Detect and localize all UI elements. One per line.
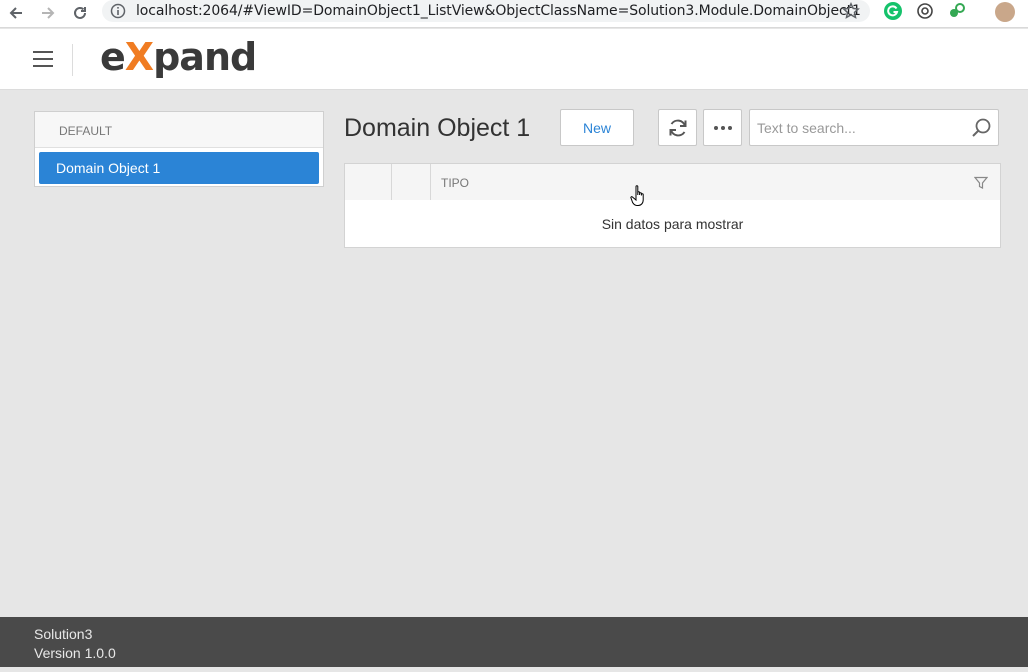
column-header-tipo[interactable]: TIPO: [441, 176, 469, 190]
address-bar[interactable]: localhost:2064/#ViewID=DomainObject1_Lis…: [102, 0, 870, 22]
reload-icon: [74, 6, 86, 19]
info-icon[interactable]: [110, 3, 126, 24]
forward-button[interactable]: [36, 2, 60, 24]
nav-group-header[interactable]: DEFAULT: [35, 112, 323, 148]
search-icon[interactable]: [970, 117, 992, 139]
filter-icon[interactable]: [973, 176, 989, 190]
expand-logo: eXpand: [100, 35, 257, 79]
refresh-icon: [669, 119, 686, 136]
menu-icon[interactable]: [33, 51, 53, 67]
arrow-left-icon: [9, 7, 22, 19]
select-column-header[interactable]: [345, 164, 392, 200]
ellipsis-icon: [713, 125, 732, 130]
grammarly-extension-icon[interactable]: [884, 2, 902, 20]
page-title: Domain Object 1: [344, 114, 531, 142]
browser-toolbar: localhost:2064/#ViewID=DomainObject1_Lis…: [0, 0, 1028, 28]
profile-avatar[interactable]: [995, 2, 1015, 22]
footer-version: Version 1.0.0: [34, 645, 116, 661]
search-box: [749, 109, 999, 146]
hand-cursor-icon: [630, 184, 650, 213]
search-input[interactable]: [750, 110, 965, 145]
command-column-header[interactable]: [392, 164, 431, 200]
openai-extension-icon[interactable]: [916, 2, 934, 20]
navigation-panel: DEFAULT Domain Object 1: [34, 111, 324, 187]
grid-empty-message: Sin datos para mostrar: [601, 216, 744, 232]
app-footer: Solution3 Version 1.0.0: [0, 617, 1028, 667]
nav-item-domain-object-1[interactable]: Domain Object 1: [39, 152, 319, 184]
header-divider: [72, 44, 73, 76]
app-header: eXpand: [0, 29, 1028, 90]
back-button[interactable]: [4, 2, 28, 24]
bookmark-star-icon[interactable]: [842, 2, 860, 25]
grid-header: TIPO: [345, 164, 1000, 200]
more-actions-button[interactable]: [703, 109, 742, 146]
new-button[interactable]: New: [560, 109, 634, 146]
footer-app-name: Solution3: [34, 626, 93, 642]
list-view-grid: TIPO Sin datos para mostrar: [344, 163, 1001, 248]
address-url[interactable]: localhost:2064/#ViewID=DomainObject1_Lis…: [136, 3, 861, 19]
link-extension-icon[interactable]: [948, 2, 966, 20]
bottom-strip: [0, 667, 1028, 672]
arrow-right-icon: [42, 7, 55, 19]
refresh-button[interactable]: [658, 109, 697, 146]
reload-button[interactable]: [68, 2, 92, 24]
